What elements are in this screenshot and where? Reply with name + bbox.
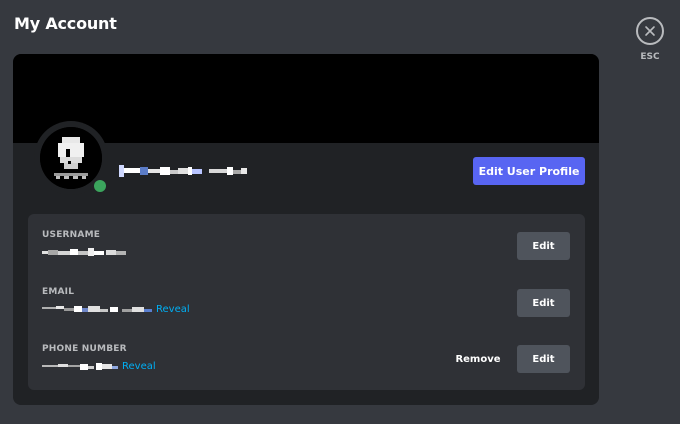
close-icon	[645, 26, 655, 36]
email-reveal-link[interactable]: Reveal	[156, 304, 190, 315]
edit-phone-button[interactable]: Edit	[517, 345, 570, 373]
page-title: My Account	[14, 14, 117, 33]
phone-field: PHONE NUMBER Reveal	[42, 344, 156, 372]
username-value-redacted	[42, 246, 152, 258]
phone-reveal-link[interactable]: Reveal	[122, 361, 156, 372]
profile-display-name-redacted	[119, 161, 279, 181]
phone-value: Reveal	[42, 360, 156, 372]
edit-email-button[interactable]: Edit	[517, 289, 570, 317]
edit-username-button[interactable]: Edit	[517, 232, 570, 260]
phone-value-redacted	[42, 363, 118, 370]
email-field: EMAIL Reveal	[42, 287, 190, 315]
username-field: USERNAME	[42, 230, 152, 258]
email-value: Reveal	[42, 303, 190, 315]
username-label: USERNAME	[42, 230, 101, 240]
close-button[interactable]	[636, 17, 664, 45]
email-label: EMAIL	[42, 287, 75, 297]
email-value-redacted	[42, 306, 152, 312]
online-status-indicator	[91, 177, 109, 195]
edit-user-profile-button[interactable]: Edit User Profile	[473, 157, 585, 185]
close-control[interactable]: ESC	[634, 17, 666, 62]
account-card: Edit User Profile USERNAME Edit EMAIL Re…	[13, 54, 599, 405]
avatar-container	[34, 121, 109, 195]
esc-label: ESC	[640, 52, 660, 62]
profile-banner	[13, 54, 599, 143]
remove-phone-button[interactable]: Remove	[448, 345, 508, 373]
phone-label: PHONE NUMBER	[42, 344, 127, 354]
account-info-panel: USERNAME Edit EMAIL Reveal Edit PHONE NU…	[28, 214, 585, 390]
